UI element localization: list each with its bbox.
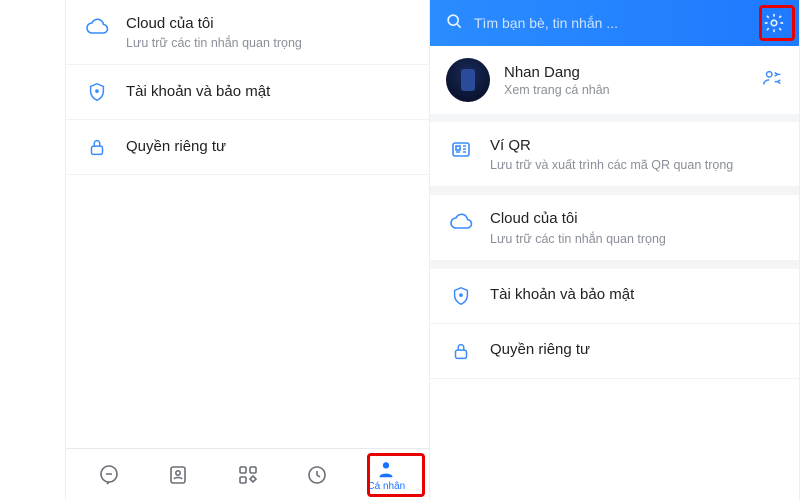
shield-icon	[84, 79, 110, 105]
section-divider	[430, 261, 799, 269]
nav-discover[interactable]	[213, 459, 282, 491]
left-pane: Cloud của tôi Lưu trữ các tin nhắn quan …	[65, 0, 430, 500]
nav-timeline[interactable]	[282, 459, 351, 491]
cloud-icon	[448, 209, 474, 235]
menu-item-title: Quyền riêng tư	[490, 340, 781, 360]
lock-icon	[448, 338, 474, 364]
qr-icon	[448, 136, 474, 162]
nav-profile[interactable]: Cá nhân	[352, 454, 421, 496]
switch-account-icon[interactable]	[761, 67, 783, 94]
menu-item-cloud[interactable]: Cloud của tôi Lưu trữ các tin nhắn quan …	[66, 0, 429, 65]
search-icon[interactable]	[444, 11, 464, 36]
right-menu-list: Ví QR Lưu trữ và xuất trình các mã QR qu…	[430, 122, 799, 500]
left-menu-list: Cloud của tôi Lưu trữ các tin nhắn quan …	[66, 0, 429, 448]
menu-item-cloud[interactable]: Cloud của tôi Lưu trữ các tin nhắn quan …	[430, 195, 799, 260]
search-input[interactable]: Tìm bạn bè, tin nhắn ...	[474, 15, 749, 31]
menu-item-account-security[interactable]: Tài khoản và bảo mật	[430, 269, 799, 324]
avatar	[446, 58, 490, 102]
search-header: Tìm bạn bè, tin nhắn ...	[430, 0, 799, 46]
nav-profile-label: Cá nhân	[367, 481, 405, 492]
menu-item-title: Tài khoản và bảo mật	[126, 82, 411, 102]
cloud-icon	[84, 14, 110, 40]
menu-item-subtitle: Lưu trữ các tin nhắn quan trọng	[126, 36, 411, 50]
profile-row[interactable]: Nhan Dang Xem trang cá nhân	[430, 46, 799, 122]
profile-name: Nhan Dang	[504, 64, 761, 81]
menu-item-title: Quyền riêng tư	[126, 137, 411, 157]
menu-item-privacy[interactable]: Quyền riêng tư	[66, 120, 429, 175]
settings-button[interactable]	[759, 8, 789, 38]
menu-item-subtitle: Lưu trữ các tin nhắn quan trọng	[490, 232, 781, 246]
profile-link: Xem trang cá nhân	[504, 83, 761, 97]
menu-item-title: Cloud của tôi	[126, 14, 411, 34]
nav-contacts[interactable]	[143, 459, 212, 491]
menu-item-account-security[interactable]: Tài khoản và bảo mật	[66, 65, 429, 120]
shield-icon	[448, 283, 474, 309]
menu-item-title: Cloud của tôi	[490, 209, 781, 229]
nav-messages[interactable]	[74, 459, 143, 491]
bottom-nav: Cá nhân	[66, 448, 429, 500]
menu-item-privacy[interactable]: Quyền riêng tư	[430, 324, 799, 379]
menu-item-title: Tài khoản và bảo mật	[490, 285, 781, 305]
menu-item-qr-wallet[interactable]: Ví QR Lưu trữ và xuất trình các mã QR qu…	[430, 122, 799, 187]
section-divider	[430, 187, 799, 195]
right-pane: Tìm bạn bè, tin nhắn ... Nhan Dang Xem t…	[430, 0, 800, 500]
menu-item-title: Ví QR	[490, 136, 781, 156]
lock-icon	[84, 134, 110, 160]
menu-item-subtitle: Lưu trữ và xuất trình các mã QR quan trọ…	[490, 158, 781, 172]
